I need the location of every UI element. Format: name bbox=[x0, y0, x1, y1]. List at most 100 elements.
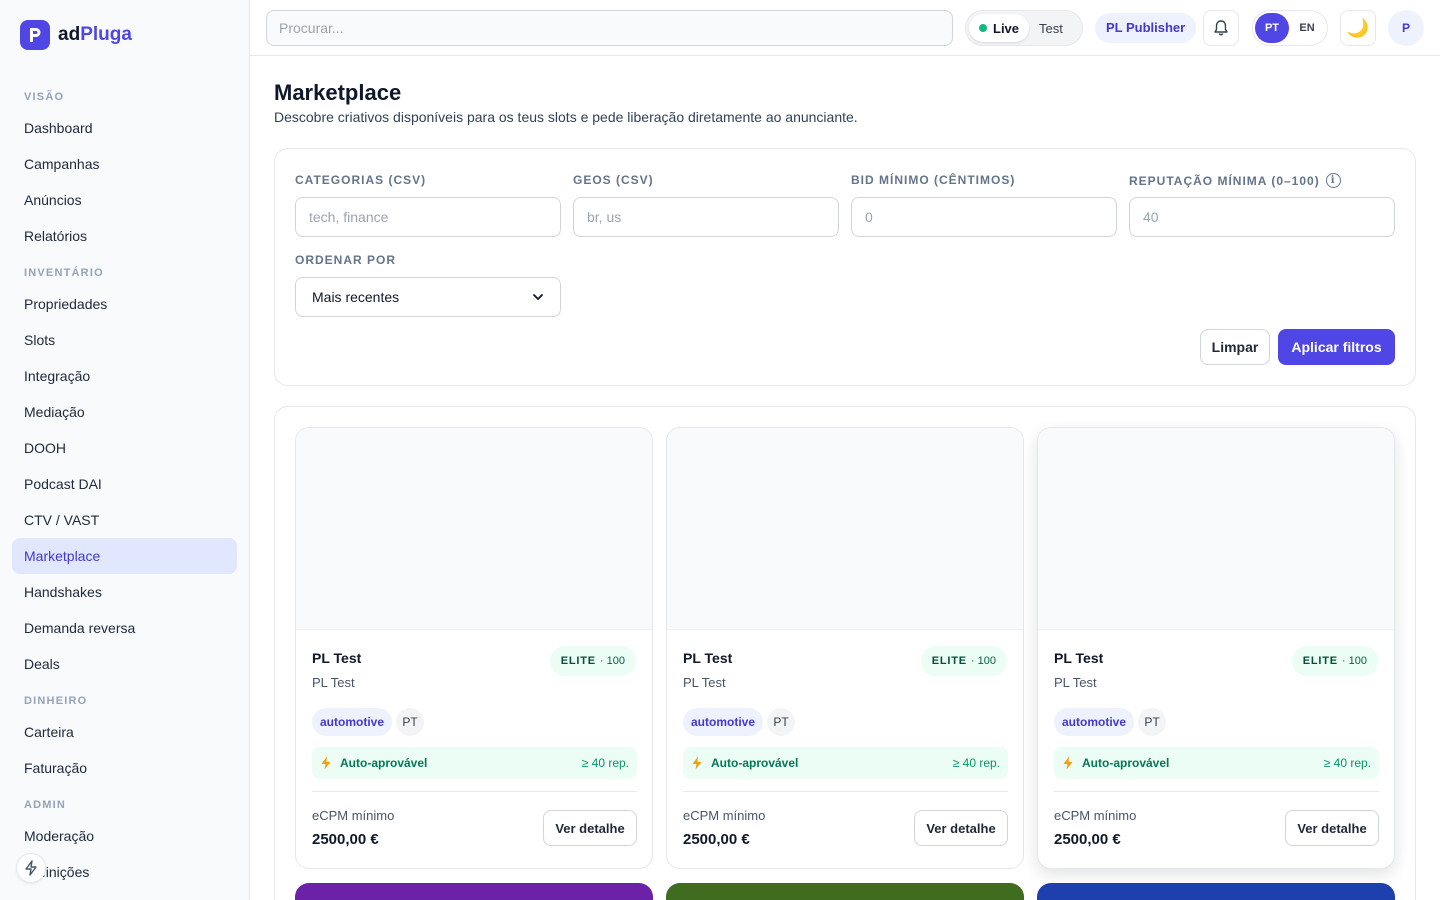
creative-preview bbox=[667, 428, 1023, 630]
categories-label-text: CATEGORIAS (CSV) bbox=[295, 173, 427, 187]
creative-preview bbox=[296, 428, 652, 630]
geo-tag: PT bbox=[396, 708, 424, 736]
ecpm-value: 2500,00 € bbox=[312, 831, 379, 848]
bid-min-input[interactable] bbox=[851, 197, 1117, 237]
sidebar-item-handshakes[interactable]: Handshakes bbox=[12, 574, 237, 610]
clear-filters-button[interactable]: Limpar bbox=[1200, 329, 1270, 365]
info-icon[interactable]: i bbox=[1325, 173, 1341, 188]
sidebar-item-dooh[interactable]: DOOH bbox=[12, 430, 237, 466]
brand-name: adPluga bbox=[58, 24, 132, 46]
creative-card[interactable]: PL Test PL Test ELITE · 100 automotive PT Auto… bbox=[295, 427, 653, 869]
sort-label: ORDENAR POR bbox=[295, 253, 396, 267]
category-tag: automotive bbox=[683, 708, 764, 736]
next-creative-card[interactable] bbox=[295, 883, 653, 900]
sidebar-section-title: ADMIN bbox=[24, 799, 67, 811]
sidebar-nav: VISÃO Dashboard Campanhas Anúncios Relatório… bbox=[12, 78, 237, 890]
sidebar-item-fatura-o[interactable]: Faturação bbox=[12, 750, 237, 786]
tier-label: ELITE bbox=[560, 655, 596, 667]
categories-input[interactable] bbox=[295, 197, 561, 237]
sort-selected-value: Mais recentes bbox=[312, 289, 400, 305]
view-detail-button[interactable]: Ver detalhe bbox=[543, 810, 637, 846]
auto-approve-label: Auto-aprovável bbox=[340, 756, 428, 770]
sidebar-item-relat-rios[interactable]: Relatórios bbox=[12, 218, 237, 254]
card-divider bbox=[1054, 791, 1379, 792]
min-reputation-label: ≥ 40 rep. bbox=[581, 756, 629, 770]
notifications-button[interactable] bbox=[1203, 10, 1239, 46]
theme-toggle-button[interactable]: 🌙 bbox=[1340, 10, 1376, 46]
search-input[interactable] bbox=[266, 10, 953, 46]
geo-tag: PT bbox=[1138, 708, 1166, 736]
card-divider bbox=[312, 791, 637, 792]
geos-input[interactable] bbox=[573, 197, 839, 237]
min-reputation-label: ≥ 40 rep. bbox=[1323, 756, 1371, 770]
lang-en-button[interactable]: EN bbox=[1289, 22, 1325, 34]
mode-live-button[interactable]: Live bbox=[969, 14, 1030, 42]
sidebar-item-podcast-dai[interactable]: Podcast DAI bbox=[12, 466, 237, 502]
creative-preview bbox=[1038, 428, 1394, 630]
ecpm-label: eCPM mínimo bbox=[312, 808, 395, 823]
filters-panel: CATEGORIAS (CSV) GEOS (CSV) BID MÍNIMO (… bbox=[274, 148, 1416, 386]
bell-icon bbox=[1214, 20, 1228, 36]
auto-approve-box: Auto-aprovável ≥ 40 rep. bbox=[683, 747, 1008, 779]
next-creative-card[interactable] bbox=[1037, 883, 1395, 900]
sidebar-item-integra-o[interactable]: Integração bbox=[12, 358, 237, 394]
card-subtitle: PL Test bbox=[1054, 675, 1097, 690]
sidebar-item-slots[interactable]: Slots bbox=[12, 322, 237, 358]
sidebar-item-deals[interactable]: Deals bbox=[12, 646, 237, 682]
brand-accent: Pluga bbox=[80, 24, 132, 45]
reputation-badge: ELITE · 100 bbox=[920, 646, 1007, 676]
chevron-down-icon bbox=[532, 293, 544, 301]
sidebar-item-marketplace[interactable]: Marketplace bbox=[12, 538, 237, 574]
bolt-fab-button[interactable] bbox=[16, 853, 46, 883]
lang-pt-button[interactable]: PT bbox=[1255, 13, 1289, 43]
tier-score: · 100 bbox=[599, 655, 625, 667]
mode-test-button[interactable]: Test bbox=[1029, 21, 1073, 36]
card-divider bbox=[683, 791, 1008, 792]
mode-toggle: Live Test bbox=[965, 10, 1083, 46]
reputation-input[interactable] bbox=[1129, 197, 1395, 237]
sidebar-item-an-ncios[interactable]: Anúncios bbox=[12, 182, 237, 218]
tier-label: ELITE bbox=[1302, 655, 1338, 667]
bolt-icon bbox=[1063, 756, 1073, 770]
category-tag: automotive bbox=[312, 708, 393, 736]
apply-filters-button[interactable]: Aplicar filtros bbox=[1278, 329, 1395, 365]
auto-approve-label: Auto-aprovável bbox=[711, 756, 799, 770]
avatar[interactable]: P bbox=[1388, 10, 1424, 46]
page-title: Marketplace bbox=[274, 80, 402, 105]
moon-icon: 🌙 bbox=[1346, 17, 1370, 38]
view-detail-button[interactable]: Ver detalhe bbox=[1285, 810, 1379, 846]
min-reputation-label: ≥ 40 rep. bbox=[952, 756, 1000, 770]
geo-tag: PT bbox=[767, 708, 795, 736]
publisher-pill[interactable]: PL Publisher bbox=[1095, 13, 1197, 43]
sidebar-item-media-o[interactable]: Mediação bbox=[12, 394, 237, 430]
sidebar: adPluga VISÃO Dashboard Campanhas Anúncios R… bbox=[0, 0, 250, 900]
reputation-badge: ELITE · 100 bbox=[1291, 646, 1378, 676]
results-panel: PL Test PL Test ELITE · 100 automotive PT Auto… bbox=[274, 406, 1416, 900]
brand[interactable]: adPluga bbox=[20, 20, 132, 50]
card-title: PL Test bbox=[683, 650, 733, 666]
sidebar-section-title: VISÃO bbox=[24, 91, 65, 103]
sidebar-item-carteira[interactable]: Carteira bbox=[12, 714, 237, 750]
sidebar-section-title: INVENTÁRIO bbox=[24, 267, 104, 279]
bolt-icon bbox=[25, 860, 37, 876]
sidebar-item-propriedades[interactable]: Propriedades bbox=[12, 286, 237, 322]
sort-select[interactable]: Mais recentes bbox=[295, 277, 561, 317]
auto-approve-label: Auto-aprovável bbox=[1082, 756, 1170, 770]
bolt-icon bbox=[692, 756, 702, 770]
sidebar-item-campanhas[interactable]: Campanhas bbox=[12, 146, 237, 182]
reputation-label: REPUTAÇÃO MÍNIMA (0–100) i bbox=[1129, 173, 1341, 188]
reputation-label-text: REPUTAÇÃO MÍNIMA (0–100) bbox=[1129, 173, 1320, 188]
sidebar-item-modera-o[interactable]: Moderação bbox=[12, 818, 237, 854]
ecpm-value: 2500,00 € bbox=[683, 831, 750, 848]
view-detail-button[interactable]: Ver detalhe bbox=[914, 810, 1008, 846]
next-creative-card[interactable] bbox=[666, 883, 1024, 900]
categories-label: CATEGORIAS (CSV) bbox=[295, 173, 426, 187]
category-tag: automotive bbox=[1054, 708, 1135, 736]
creative-card[interactable]: PL Test PL Test ELITE · 100 automotive PT Auto… bbox=[666, 427, 1024, 869]
creative-card[interactable]: PL Test PL Test ELITE · 100 automotive PT Auto… bbox=[1037, 427, 1395, 869]
sidebar-item-ctv-vast[interactable]: CTV / VAST bbox=[12, 502, 237, 538]
card-subtitle: PL Test bbox=[312, 675, 355, 690]
sidebar-item-dashboard[interactable]: Dashboard bbox=[12, 110, 237, 146]
sidebar-item-defini-es[interactable]: Definições bbox=[12, 854, 237, 890]
sidebar-item-demanda-reversa[interactable]: Demanda reversa bbox=[12, 610, 237, 646]
